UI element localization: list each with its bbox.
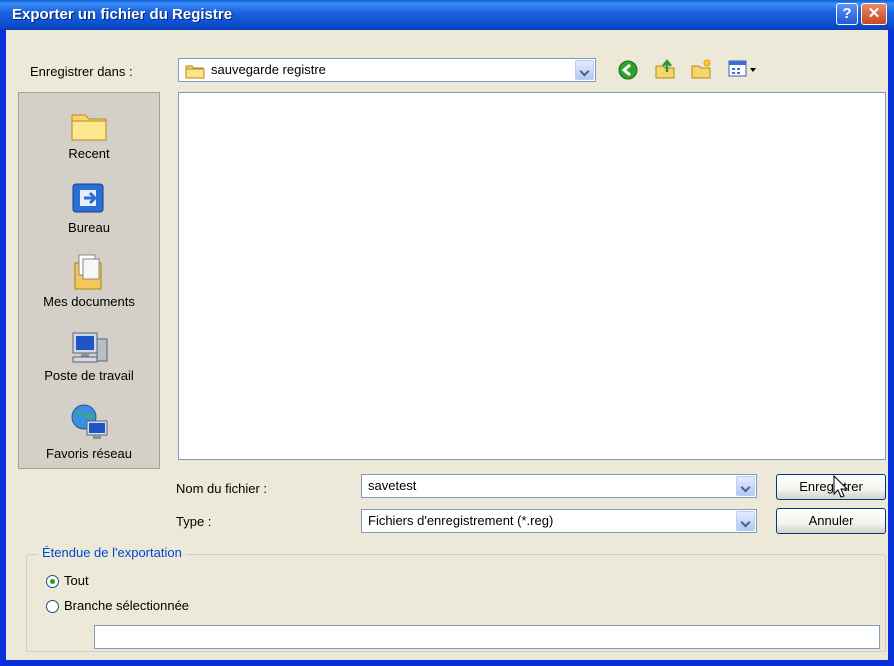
export-range-legend: Étendue de l'exportation (38, 545, 186, 560)
view-menu-icon[interactable] (728, 60, 758, 81)
chevron-down-icon[interactable] (736, 511, 755, 531)
network-places-icon (67, 403, 111, 446)
place-my-computer[interactable]: Poste de travail (19, 329, 159, 383)
back-icon[interactable] (618, 60, 638, 83)
filename-combobox[interactable]: savetest (361, 474, 757, 498)
new-folder-icon[interactable] (690, 58, 712, 83)
radio-selected-branch-label[interactable]: Branche sélectionnée (64, 598, 189, 613)
help-button[interactable]: ? (836, 3, 858, 25)
place-label: Favoris réseau (46, 446, 132, 461)
place-desktop[interactable]: Bureau (19, 181, 159, 235)
place-label: Mes documents (43, 294, 135, 309)
title-bar[interactable]: Exporter un fichier du Registre ? ✕ (0, 0, 894, 30)
export-registry-dialog: Exporter un fichier du Registre ? ✕ Enre… (0, 0, 894, 666)
help-icon: ? (842, 5, 852, 22)
save-in-label: Enregistrer dans : (30, 64, 133, 79)
filename-label: Nom du fichier : (176, 481, 268, 496)
place-label: Recent (68, 146, 110, 161)
filename-input[interactable]: savetest (368, 478, 416, 493)
my-documents-icon (69, 253, 109, 294)
type-dropdown[interactable]: Fichiers d'enregistrement (*.reg) (361, 509, 757, 533)
recent-folder-icon (69, 107, 109, 146)
branch-path-input[interactable] (94, 625, 880, 649)
places-bar: Recent Bureau Mes documents Poste de tra… (18, 92, 160, 469)
save-in-dropdown[interactable]: sauvegarde registre (178, 58, 596, 82)
folder-icon (185, 63, 205, 82)
radio-all-label[interactable]: Tout (64, 573, 89, 588)
save-in-value: sauvegarde registre (211, 62, 326, 77)
cancel-button[interactable]: Annuler (776, 508, 886, 534)
radio-all[interactable] (46, 575, 59, 588)
window-title: Exporter un fichier du Registre (12, 6, 233, 23)
chevron-down-icon[interactable] (575, 60, 594, 80)
file-list[interactable] (178, 92, 886, 460)
type-value: Fichiers d'enregistrement (*.reg) (368, 513, 554, 528)
desktop-icon (69, 181, 109, 220)
place-my-documents[interactable]: Mes documents (19, 253, 159, 309)
up-folder-icon[interactable] (654, 58, 676, 83)
place-label: Bureau (68, 220, 110, 235)
radio-selected-branch[interactable] (46, 600, 59, 613)
mouse-cursor-icon (833, 474, 851, 502)
place-label: Poste de travail (44, 368, 134, 383)
my-computer-icon (67, 329, 111, 368)
close-icon: ✕ (867, 5, 881, 22)
save-button[interactable]: Enregistrer (776, 474, 886, 500)
chevron-down-icon[interactable] (736, 476, 755, 496)
close-button[interactable]: ✕ (861, 3, 887, 25)
place-network[interactable]: Favoris réseau (19, 403, 159, 461)
place-recent[interactable]: Recent (19, 107, 159, 161)
type-label: Type : (176, 514, 212, 529)
